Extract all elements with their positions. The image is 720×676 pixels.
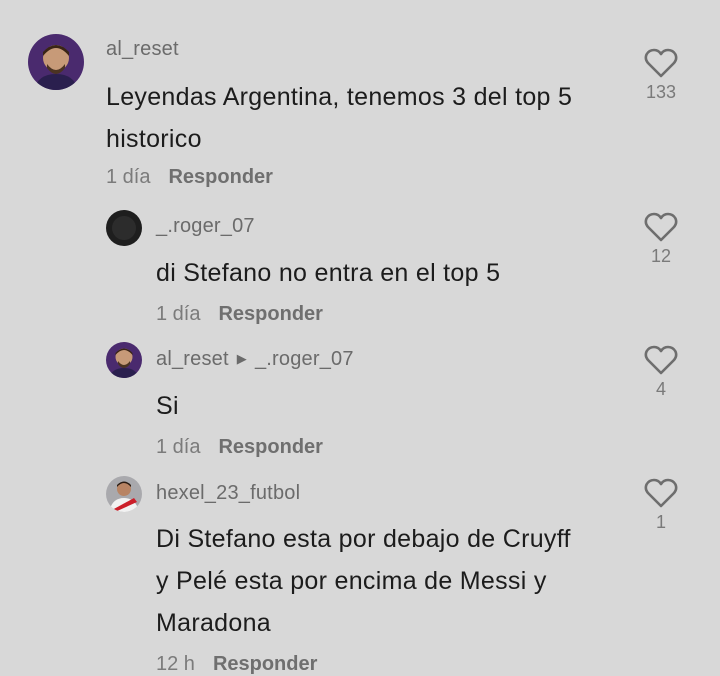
comment-username: al_reset ▶ _.roger_07 — [156, 348, 354, 371]
comment-time: 1 día — [156, 303, 201, 325]
comment-meta: 1 día Responder — [156, 436, 323, 459]
like-count: 4 — [655, 379, 666, 399]
avatar-image — [106, 476, 142, 512]
comment-meta: 1 día Responder — [156, 303, 323, 326]
comment-time: 12 h — [156, 653, 195, 675]
avatar[interactable] — [106, 476, 142, 512]
like-count: 133 — [645, 82, 677, 102]
comment-text: di Stefano no entra en el top 5 — [156, 259, 501, 287]
heart-outline-icon — [644, 478, 678, 508]
reply-target[interactable]: _.roger_07 — [255, 348, 354, 370]
comment-username[interactable]: _.roger_07 — [156, 215, 255, 238]
reply-button[interactable]: Responder — [218, 436, 322, 458]
reply-button[interactable]: Responder — [218, 303, 322, 325]
reply-button[interactable]: Responder — [168, 166, 272, 188]
avatar-image — [106, 210, 142, 246]
like-count: 1 — [655, 512, 666, 532]
heart-outline-icon — [644, 48, 678, 78]
like-button[interactable]: 133 — [641, 48, 681, 103]
reply-author[interactable]: al_reset — [156, 348, 229, 370]
heart-outline-icon — [644, 212, 678, 242]
comment-username[interactable]: hexel_23_futbol — [156, 482, 300, 505]
avatar-image — [106, 342, 142, 378]
comment-username[interactable]: al_reset — [106, 38, 179, 61]
heart-outline-icon — [644, 345, 678, 375]
like-button[interactable]: 1 — [641, 478, 681, 533]
comment-text: Di Stefano esta por debajo de Cruyff y P… — [156, 525, 571, 637]
comment-meta: 1 día Responder — [106, 166, 273, 189]
like-count: 12 — [650, 246, 672, 266]
like-button[interactable]: 12 — [641, 212, 681, 267]
comment-time: 1 día — [156, 436, 201, 458]
avatar[interactable] — [106, 342, 142, 378]
avatar[interactable] — [28, 34, 84, 90]
comment-text: Leyendas Argentina, tenemos 3 del top 5 … — [106, 83, 573, 153]
comment-time: 1 día — [106, 166, 151, 188]
reply-button[interactable]: Responder — [213, 653, 317, 675]
like-button[interactable]: 4 — [641, 345, 681, 400]
avatar[interactable] — [106, 210, 142, 246]
avatar-image — [28, 34, 84, 90]
caret-right-icon: ▶ — [236, 351, 247, 366]
comment-text: Si — [156, 392, 179, 420]
